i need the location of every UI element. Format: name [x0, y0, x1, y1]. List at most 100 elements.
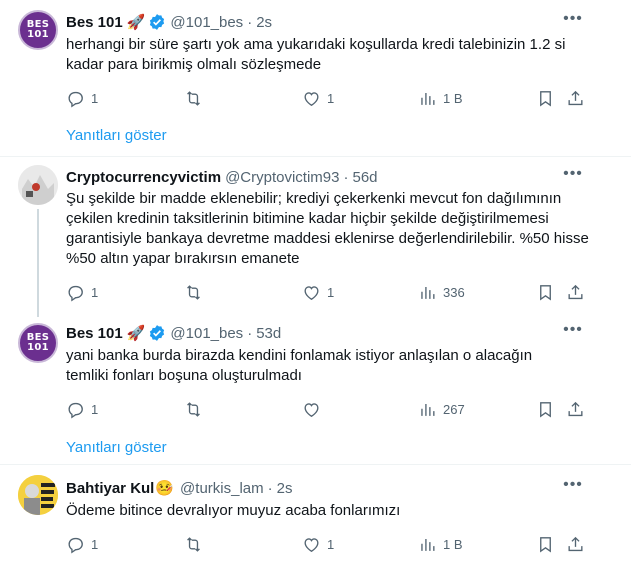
- share-icon: [568, 90, 583, 105]
- separator: ·: [247, 13, 253, 31]
- more-horizontal-icon[interactable]: •••: [563, 11, 583, 32]
- bookmark-icon: [540, 284, 551, 301]
- avatar-label-bottom: 101: [27, 342, 49, 353]
- reply-button[interactable]: 1: [66, 283, 98, 302]
- action-bar: 1 267: [60, 397, 590, 421]
- heart-icon: [304, 402, 319, 417]
- view-count: 336: [443, 284, 465, 300]
- verified-badge-icon: [150, 14, 165, 30]
- views-button[interactable]: 267: [418, 400, 465, 419]
- like-count: 1: [327, 284, 335, 300]
- like-count: 1: [327, 90, 335, 106]
- avatar[interactable]: [18, 475, 58, 515]
- display-name[interactable]: Cryptocurrencyvictim: [66, 169, 221, 186]
- reply-button[interactable]: 1: [66, 400, 98, 419]
- action-bar: 1 1 336: [60, 280, 590, 304]
- avatar[interactable]: BES 101: [18, 323, 58, 363]
- analytics-icon: [421, 92, 435, 105]
- heart-icon: [304, 91, 319, 106]
- tweet-2[interactable]: Cryptocurrencyvictim @Cryptovictim93 · 5…: [0, 157, 631, 317]
- share-icon: [568, 284, 583, 299]
- tweet-header: Bes 101 🚀 @101_bes · 2s: [66, 12, 272, 32]
- share-button[interactable]: [566, 89, 585, 108]
- share-button[interactable]: [566, 283, 585, 302]
- bookmark-icon: [540, 536, 551, 553]
- analytics-icon: [421, 286, 435, 299]
- action-bar: 1 1 1 B: [60, 86, 590, 110]
- tweet-text: herhangi bir süre şartı yok ama yukarıda…: [66, 36, 566, 73]
- tweet-text: Ödeme bitince devralıyor muyuz acaba fon…: [66, 502, 401, 519]
- verified-badge-icon: [150, 325, 165, 341]
- bookmark-button[interactable]: [536, 535, 555, 554]
- share-button[interactable]: [566, 400, 585, 419]
- reply-icon: [68, 91, 83, 108]
- timestamp[interactable]: 56d: [352, 169, 377, 186]
- like-count: 1: [327, 536, 335, 552]
- bookmark-icon: [540, 401, 551, 418]
- share-icon: [568, 536, 583, 551]
- reply-count: 1: [91, 90, 99, 106]
- tweet-header: Bes 101 🚀 @101_bes · 53d: [66, 323, 281, 343]
- retweet-icon: [187, 284, 200, 300]
- retweet-icon: [187, 401, 200, 417]
- like-button[interactable]: 1: [302, 283, 334, 302]
- retweet-button[interactable]: [184, 89, 203, 108]
- bookmark-button[interactable]: [536, 283, 555, 302]
- retweet-button[interactable]: [184, 535, 203, 554]
- like-button[interactable]: 1: [302, 535, 334, 554]
- username-handle[interactable]: @Cryptovictim93: [225, 169, 339, 186]
- more-horizontal-icon[interactable]: •••: [563, 477, 583, 498]
- tweet-header: Cryptocurrencyvictim @Cryptovictim93 · 5…: [66, 167, 378, 187]
- tweet-1[interactable]: BES 101 Bes 101 🚀 @101_bes · 2s ••• herh…: [0, 0, 631, 160]
- username-handle[interactable]: @101_bes: [170, 325, 243, 342]
- thread-line: [37, 209, 39, 317]
- more-horizontal-icon[interactable]: •••: [563, 166, 583, 187]
- bookmark-button[interactable]: [536, 400, 555, 419]
- tweet-4[interactable]: Bahtiyar Kul 🤒 @turkis_lam · 2s ••• Ödem…: [0, 465, 631, 562]
- separator: ·: [267, 479, 273, 497]
- retweet-button[interactable]: [184, 400, 203, 419]
- views-button[interactable]: 336: [418, 283, 465, 302]
- separator: ·: [247, 324, 253, 342]
- display-name[interactable]: Bes 101: [66, 14, 123, 31]
- like-button[interactable]: 1: [302, 89, 334, 108]
- more-horizontal-icon[interactable]: •••: [563, 322, 583, 343]
- avatar[interactable]: BES 101: [18, 10, 58, 50]
- bookmark-button[interactable]: [536, 89, 555, 108]
- reply-button[interactable]: 1: [66, 535, 98, 554]
- tweet-3[interactable]: BES 101 Bes 101 🚀 @101_bes · 53d ••• yan…: [0, 317, 631, 462]
- face-emoji: 🤒: [155, 480, 175, 497]
- reply-icon: [68, 537, 83, 554]
- show-replies-link[interactable]: Yanıtları göster: [66, 439, 167, 456]
- reply-count: 1: [91, 401, 99, 417]
- rocket-emoji: 🚀: [126, 14, 146, 31]
- retweet-button[interactable]: [184, 283, 203, 302]
- display-name[interactable]: Bes 101: [66, 325, 123, 342]
- avatar[interactable]: [18, 165, 58, 205]
- views-button[interactable]: 1 B: [418, 535, 463, 554]
- views-button[interactable]: 1 B: [418, 89, 463, 108]
- view-count: 1 B: [443, 90, 463, 106]
- timestamp[interactable]: 2s: [277, 480, 293, 497]
- analytics-icon: [421, 403, 435, 416]
- reply-button[interactable]: 1: [66, 89, 98, 108]
- username-handle[interactable]: @101_bes: [170, 14, 243, 31]
- heart-icon: [304, 285, 319, 300]
- retweet-icon: [187, 536, 200, 552]
- avatar-image: [18, 475, 58, 515]
- action-bar: 1 1 1 B: [60, 532, 590, 556]
- reply-count: 1: [91, 284, 99, 300]
- share-button[interactable]: [566, 535, 585, 554]
- timestamp[interactable]: 53d: [256, 325, 281, 342]
- retweet-icon: [187, 90, 200, 106]
- like-button[interactable]: [302, 400, 321, 419]
- tweet-text: Şu şekilde bir madde eklenebilir; krediy…: [66, 190, 589, 267]
- view-count: 1 B: [443, 536, 463, 552]
- show-replies-link[interactable]: Yanıtları göster: [66, 127, 167, 144]
- tweet-header: Bahtiyar Kul 🤒 @turkis_lam · 2s: [66, 478, 292, 498]
- reply-icon: [68, 402, 83, 419]
- username-handle[interactable]: @turkis_lam: [180, 480, 264, 497]
- display-name[interactable]: Bahtiyar Kul: [66, 480, 154, 497]
- timestamp[interactable]: 2s: [256, 14, 272, 31]
- rocket-emoji: 🚀: [126, 325, 146, 342]
